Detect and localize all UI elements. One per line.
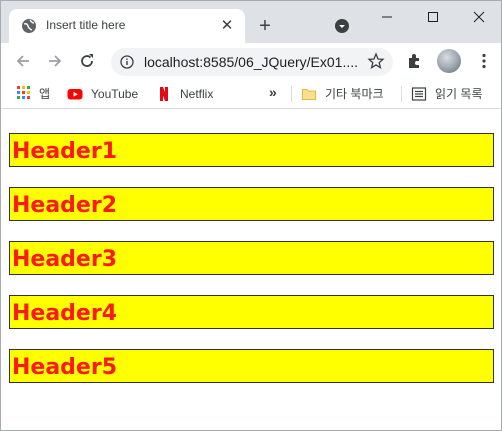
header-box: Header5 bbox=[9, 349, 494, 383]
bookmarks-divider bbox=[401, 86, 402, 102]
forward-arrow-icon[interactable] bbox=[45, 51, 65, 71]
info-icon[interactable] bbox=[120, 55, 134, 69]
address-bar[interactable]: localhost:8585/06_JQuery/Ex01.... bbox=[111, 48, 393, 76]
netflix-icon bbox=[160, 87, 168, 101]
folder-icon bbox=[302, 89, 316, 100]
reload-icon[interactable] bbox=[77, 51, 97, 71]
bookmark-other-folder[interactable]: 기타 북마크 bbox=[301, 85, 384, 103]
tab-title: Insert title here bbox=[46, 18, 126, 32]
apps-grid-icon[interactable] bbox=[17, 86, 31, 100]
header-box: Header3 bbox=[9, 241, 494, 275]
url-host: localhost:8585/06_JQuery/Ex01.... bbox=[144, 54, 359, 70]
globe-icon bbox=[22, 19, 36, 33]
minimize-icon[interactable] bbox=[377, 7, 397, 27]
window-close-icon[interactable] bbox=[469, 7, 489, 27]
browser-window: Insert title here ✕ + localhost:8585/06_… bbox=[0, 0, 502, 431]
reading-list[interactable]: 읽기 목록 bbox=[411, 85, 483, 103]
url-text[interactable]: localhost:8585/06_JQuery/Ex01.... bbox=[144, 54, 358, 70]
back-arrow-icon[interactable] bbox=[13, 51, 33, 71]
bookmark-apps[interactable]: 앱 bbox=[39, 85, 50, 103]
bookmarks-bar: 앱 YouTube Netflix » 기타 북마크 읽기 목록 bbox=[1, 79, 501, 109]
bookmarks-overflow-icon[interactable]: » bbox=[269, 84, 277, 100]
bookmark-netflix[interactable]: Netflix bbox=[156, 85, 213, 103]
header-text: Header1 bbox=[12, 139, 118, 164]
bookmarks-divider bbox=[291, 86, 292, 102]
new-tab-button[interactable]: + bbox=[253, 15, 277, 39]
tab-strip: Insert title here ✕ + bbox=[1, 1, 501, 43]
header-text: Header4 bbox=[12, 301, 118, 326]
extensions-icon[interactable] bbox=[406, 52, 424, 70]
bookmark-other-label: 기타 북마크 bbox=[325, 87, 384, 101]
header-text: Header2 bbox=[12, 193, 118, 218]
tab-search-icon[interactable] bbox=[334, 18, 350, 34]
profile-avatar[interactable] bbox=[437, 49, 461, 73]
browser-toolbar: localhost:8585/06_JQuery/Ex01.... bbox=[1, 43, 501, 79]
tab-close-icon[interactable]: ✕ bbox=[217, 16, 237, 36]
header-box: Header1 bbox=[9, 133, 494, 167]
header-box: Header2 bbox=[9, 187, 494, 221]
header-text: Header5 bbox=[12, 355, 118, 380]
bookmark-label: Netflix bbox=[180, 87, 214, 101]
bookmark-apps-label: 앱 bbox=[39, 87, 51, 101]
page-content: Header1 Header2 Header3 Header4 Header5 bbox=[1, 109, 501, 430]
more-menu-icon[interactable] bbox=[475, 52, 493, 70]
bookmark-youtube[interactable]: YouTube bbox=[67, 85, 138, 103]
maximize-icon[interactable] bbox=[423, 7, 443, 27]
bookmark-label: YouTube bbox=[91, 87, 139, 101]
reading-list-label: 읽기 목록 bbox=[435, 87, 483, 101]
youtube-icon bbox=[67, 89, 83, 100]
tab-active[interactable]: Insert title here ✕ bbox=[9, 9, 245, 43]
header-text: Header3 bbox=[12, 247, 118, 272]
bookmark-star-icon[interactable] bbox=[367, 52, 385, 70]
header-box: Header4 bbox=[9, 295, 494, 329]
reading-list-icon bbox=[411, 87, 427, 101]
